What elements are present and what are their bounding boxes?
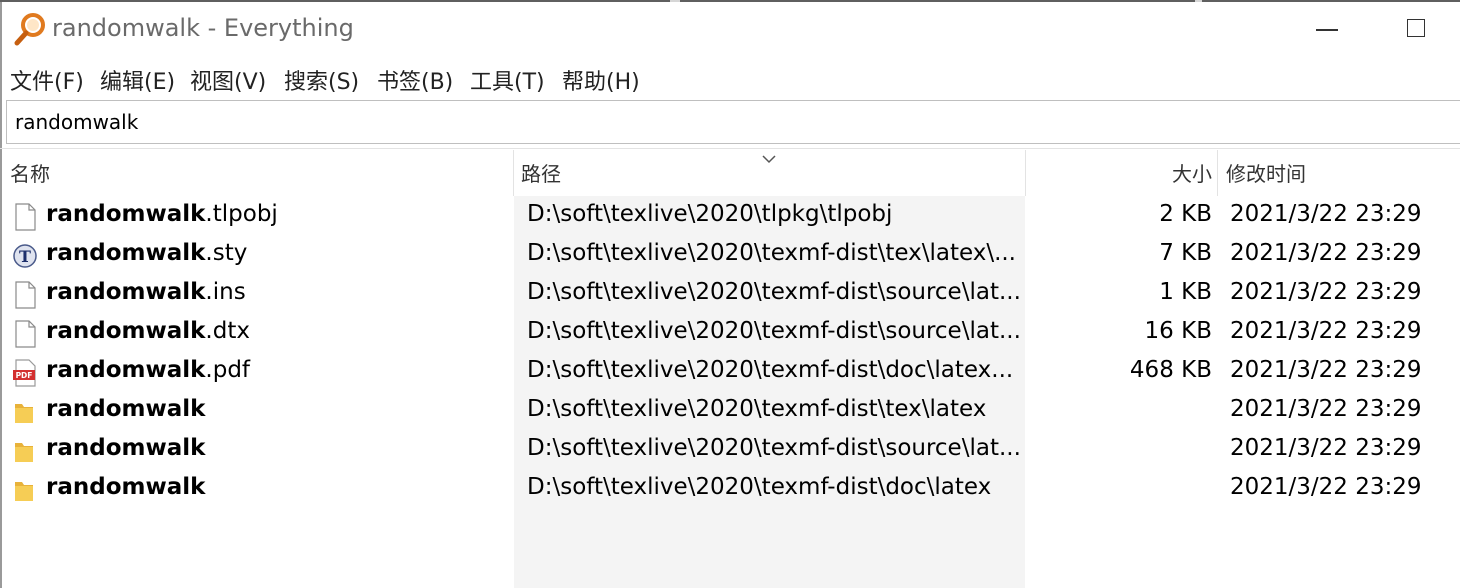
- column-header-name[interactable]: 名称: [10, 150, 510, 196]
- file-path: D:\soft\texlive\2020\texmf-dist\tex\late…: [527, 396, 987, 422]
- column-divider[interactable]: [513, 150, 514, 196]
- folder-icon: [15, 404, 33, 423]
- menu-file[interactable]: 文件(F): [10, 64, 84, 96]
- file-modified: 2021/3/22 23:29: [1230, 435, 1422, 461]
- column-header-size[interactable]: 大小: [1030, 150, 1212, 196]
- file-path: D:\soft\texlive\2020\texmf-dist\doc\late…: [527, 357, 1014, 383]
- svg-text:PDF: PDF: [16, 371, 33, 380]
- window-title: randomwalk - Everything: [52, 14, 354, 42]
- table-row[interactable]: randomwalk.ins D:\soft\texlive\2020\texm…: [0, 275, 1460, 314]
- file-name: randomwalk.pdf: [46, 357, 251, 383]
- file-path: D:\soft\texlive\2020\texmf-dist\doc\late…: [527, 474, 992, 500]
- menu-help[interactable]: 帮助(H): [562, 64, 640, 96]
- file-modified: 2021/3/22 23:29: [1230, 318, 1422, 344]
- file-modified: 2021/3/22 23:29: [1230, 357, 1422, 383]
- divider: [0, 148, 1460, 149]
- file-modified: 2021/3/22 23:29: [1230, 240, 1422, 266]
- folder-icon: [15, 482, 33, 501]
- svg-text:T: T: [19, 247, 31, 266]
- menu-view[interactable]: 视图(V): [190, 64, 266, 96]
- file-name: randomwalk.ins: [46, 279, 246, 305]
- table-row[interactable]: randomwalk.dtx D:\soft\texlive\2020\texm…: [0, 314, 1460, 353]
- file-modified: 2021/3/22 23:29: [1230, 474, 1422, 500]
- file-path: D:\soft\texlive\2020\tlpkg\tlpobj: [527, 201, 893, 227]
- file-icon: [15, 281, 36, 309]
- search-input[interactable]: [15, 101, 1415, 143]
- file-size: 468 KB: [1129, 357, 1212, 383]
- column-header-modified[interactable]: 修改时间: [1226, 150, 1456, 196]
- file-size: 16 KB: [1144, 318, 1212, 344]
- file-icon: [15, 203, 36, 231]
- table-row[interactable]: randomwalk D:\soft\texlive\2020\texmf-di…: [0, 392, 1460, 431]
- minimize-icon[interactable]: [1316, 29, 1338, 31]
- tex-file-icon: T: [13, 244, 37, 268]
- menu-search[interactable]: 搜索(S): [284, 64, 359, 96]
- file-modified: 2021/3/22 23:29: [1230, 396, 1422, 422]
- file-modified: 2021/3/22 23:29: [1230, 201, 1422, 227]
- column-header-row: 名称 路径 大小 修改时间: [0, 150, 1460, 196]
- menu-edit[interactable]: 编辑(E): [100, 64, 175, 96]
- file-path: D:\soft\texlive\2020\texmf-dist\source\l…: [527, 279, 1021, 305]
- menu-bookmarks[interactable]: 书签(B): [377, 64, 453, 96]
- search-box[interactable]: [6, 100, 1460, 144]
- table-row[interactable]: T randomwalk.sty D:\soft\texlive\2020\te…: [0, 236, 1460, 275]
- file-path: D:\soft\texlive\2020\texmf-dist\source\l…: [527, 435, 1021, 461]
- menu-tools[interactable]: 工具(T): [470, 64, 545, 96]
- magnifier-icon: [14, 13, 45, 46]
- table-row[interactable]: PDF randomwalk.pdf D:\soft\texlive\2020\…: [0, 353, 1460, 392]
- title-bar[interactable]: randomwalk - Everything: [0, 0, 1460, 56]
- file-icon: [15, 320, 36, 348]
- file-name: randomwalk.tlpobj: [46, 201, 278, 227]
- file-name: randomwalk: [46, 474, 206, 500]
- file-name: randomwalk: [46, 396, 206, 422]
- table-row[interactable]: randomwalk.tlpobj D:\soft\texlive\2020\t…: [0, 197, 1460, 236]
- menu-bar: 文件(F) 编辑(E) 视图(V) 搜索(S) 书签(B) 工具(T) 帮助(H…: [0, 60, 1460, 96]
- file-size: 1 KB: [1159, 279, 1212, 305]
- file-size: 2 KB: [1159, 201, 1212, 227]
- file-name: randomwalk.dtx: [46, 318, 250, 344]
- sort-descending-icon: [762, 155, 776, 164]
- file-size: 7 KB: [1159, 240, 1212, 266]
- folder-icon: [15, 443, 33, 462]
- file-modified: 2021/3/22 23:29: [1230, 279, 1422, 305]
- table-row[interactable]: randomwalk D:\soft\texlive\2020\texmf-di…: [0, 431, 1460, 470]
- column-divider[interactable]: [1025, 150, 1026, 196]
- file-path: D:\soft\texlive\2020\texmf-dist\source\l…: [527, 318, 1021, 344]
- pdf-icon: PDF: [13, 359, 36, 387]
- column-divider[interactable]: [1217, 150, 1218, 196]
- file-name: randomwalk: [46, 435, 206, 461]
- maximize-icon[interactable]: [1407, 19, 1425, 37]
- file-name: randomwalk.sty: [46, 240, 248, 266]
- file-path: D:\soft\texlive\2020\texmf-dist\tex\late…: [527, 240, 1016, 266]
- table-row[interactable]: randomwalk D:\soft\texlive\2020\texmf-di…: [0, 470, 1460, 509]
